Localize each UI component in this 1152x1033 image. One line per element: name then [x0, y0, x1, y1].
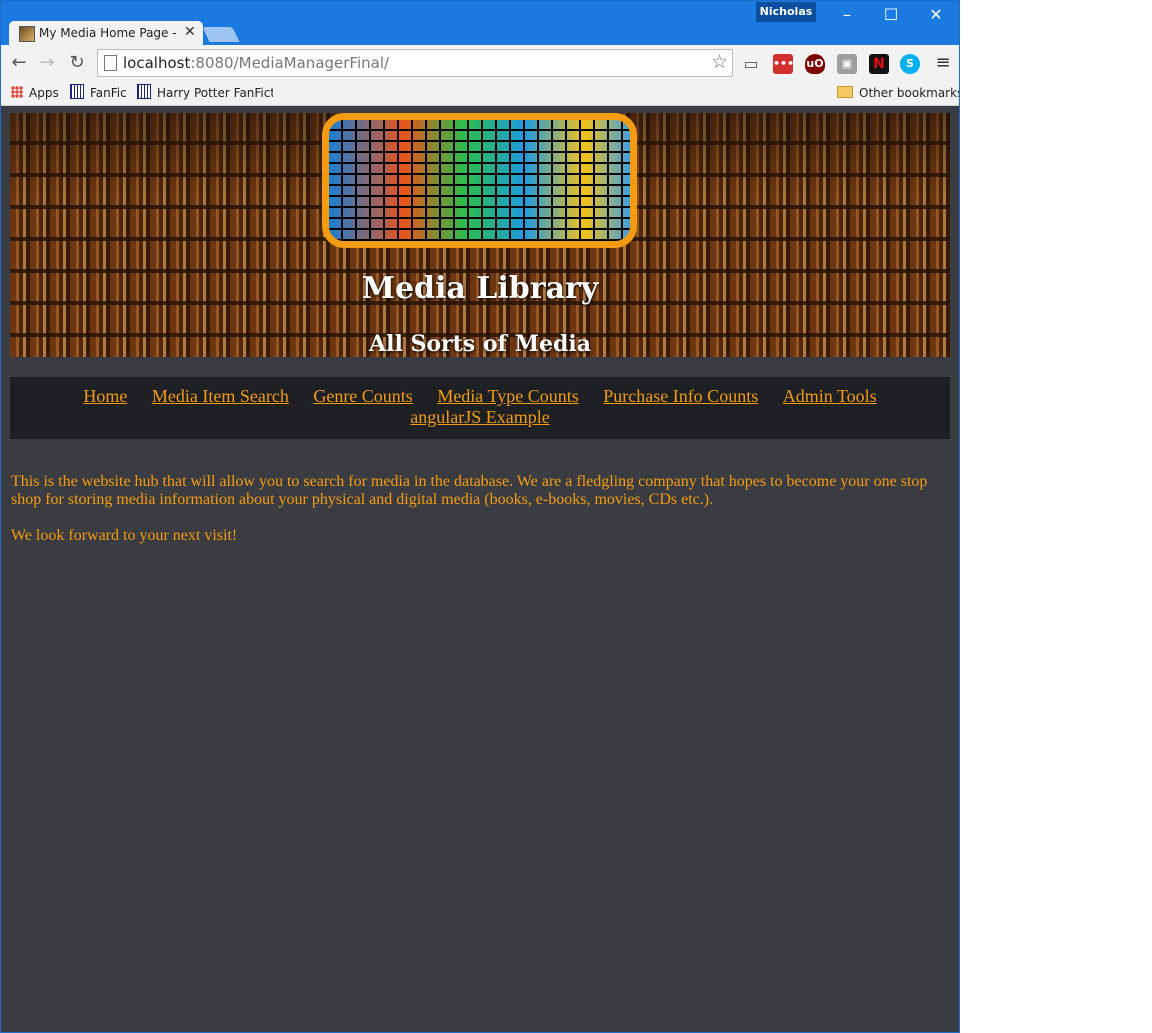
- closing-paragraph: We look forward to your next visit!: [11, 527, 238, 544]
- close-window-button[interactable]: ✕: [914, 5, 958, 25]
- page-icon: [104, 55, 117, 71]
- nav-angularjs-example[interactable]: angularJS Example: [410, 407, 549, 427]
- lastpass-icon[interactable]: •••: [773, 54, 794, 74]
- title-bar: My Media Home Page - D ✕ Nicholas – ☐ ✕: [1, 1, 959, 46]
- tab-title: My Media Home Page - D: [39, 26, 179, 40]
- page-title: Media Library: [361, 271, 599, 306]
- header-banner: Media Library All Sorts of Media: [10, 113, 950, 357]
- bookmark-fanfic-label: FanFic: [90, 86, 127, 100]
- url-host: localhost: [123, 54, 191, 72]
- media-screens-logo: [322, 113, 637, 248]
- other-bookmarks[interactable]: Other bookmarks: [837, 84, 960, 102]
- bookmark-fanfic[interactable]: FanFic: [70, 84, 127, 102]
- main-content: This is the website hub that will allow …: [11, 473, 946, 563]
- tab-close-icon[interactable]: ✕: [184, 24, 196, 40]
- folder-icon: [837, 86, 853, 98]
- bookmark-harry-potter[interactable]: Harry Potter FanFictio: [137, 84, 273, 102]
- browser-toolbar: ← → ↻ localhost:8080/MediaManagerFinal/ …: [1, 45, 959, 81]
- fanfiction-site-icon: [137, 84, 151, 99]
- nav-admin-tools[interactable]: Admin Tools: [783, 386, 877, 406]
- nav-media-type-counts[interactable]: Media Type Counts: [437, 386, 578, 406]
- minimize-button[interactable]: –: [825, 5, 869, 25]
- page-subtitle: All Sorts of Media: [369, 331, 591, 357]
- nav-home[interactable]: Home: [83, 386, 127, 406]
- ublock-icon[interactable]: uO: [805, 54, 825, 74]
- other-bookmarks-label: Other bookmarks: [859, 86, 960, 100]
- nav-genre-counts[interactable]: Genre Counts: [313, 386, 412, 406]
- intro-paragraph: This is the website hub that will allow …: [11, 473, 928, 508]
- address-bar[interactable]: localhost:8080/MediaManagerFinal/ ☆: [97, 49, 733, 77]
- main-nav: Home Media Item Search Genre Counts Medi…: [10, 377, 950, 439]
- profile-button[interactable]: Nicholas: [756, 2, 816, 22]
- extension-icon[interactable]: ▣: [837, 54, 857, 74]
- bookmark-apps[interactable]: Apps: [11, 84, 59, 102]
- maximize-button[interactable]: ☐: [869, 5, 913, 25]
- page-body: Media Library All Sorts of Media Home Me…: [1, 106, 959, 1032]
- bookmark-apps-label: Apps: [29, 86, 59, 100]
- browser-window: My Media Home Page - D ✕ Nicholas – ☐ ✕ …: [0, 0, 960, 1033]
- new-tab-button[interactable]: [202, 27, 240, 42]
- back-arrow-icon[interactable]: ←: [7, 51, 31, 75]
- active-tab[interactable]: My Media Home Page - D ✕: [9, 21, 203, 46]
- fanfic-site-icon: [70, 84, 84, 99]
- cast-icon[interactable]: ▭: [741, 54, 761, 74]
- bookmark-star-icon[interactable]: ☆: [711, 51, 728, 73]
- skype-icon[interactable]: S: [900, 54, 920, 74]
- url-path: :8080/MediaManagerFinal/: [190, 54, 390, 72]
- nav-purchase-info-counts[interactable]: Purchase Info Counts: [603, 386, 758, 406]
- apps-grid-icon: [11, 86, 23, 98]
- nav-media-item-search[interactable]: Media Item Search: [152, 386, 289, 406]
- library-favicon-icon: [19, 26, 35, 42]
- bookmark-harry-potter-label: Harry Potter FanFictio: [157, 86, 273, 100]
- forward-arrow-icon[interactable]: →: [35, 51, 59, 75]
- bookmarks-bar: Apps FanFic Harry Potter FanFictio Other…: [1, 81, 959, 106]
- netflix-icon[interactable]: N: [869, 54, 889, 74]
- menu-icon[interactable]: ≡: [931, 51, 955, 75]
- url-text: localhost:8080/MediaManagerFinal/: [123, 54, 389, 72]
- reload-icon[interactable]: ↻: [65, 51, 89, 75]
